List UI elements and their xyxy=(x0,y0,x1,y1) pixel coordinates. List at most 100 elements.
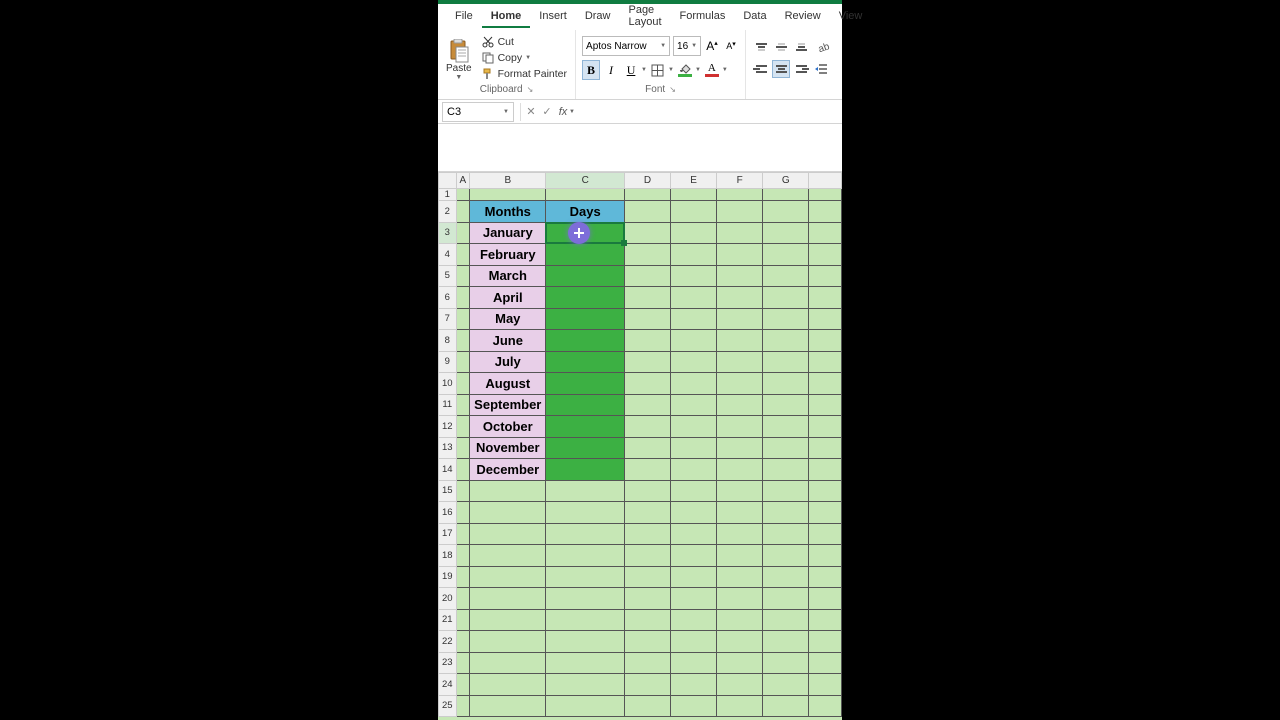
formula-bar-expanded[interactable] xyxy=(438,124,842,172)
cell[interactable] xyxy=(809,437,842,459)
cell[interactable] xyxy=(546,609,624,631)
cell[interactable] xyxy=(763,416,809,438)
cell[interactable] xyxy=(624,437,670,459)
cell[interactable] xyxy=(809,373,842,395)
tab-view[interactable]: View xyxy=(830,6,872,28)
cell[interactable] xyxy=(456,330,470,352)
cell[interactable] xyxy=(546,588,624,610)
cell[interactable] xyxy=(624,222,670,244)
cell[interactable] xyxy=(763,459,809,481)
bold-button[interactable]: B xyxy=(582,60,600,80)
cell[interactable] xyxy=(763,394,809,416)
cell[interactable] xyxy=(717,588,763,610)
enter-formula-button[interactable]: ✓ xyxy=(539,103,555,121)
cell[interactable] xyxy=(624,244,670,266)
cell[interactable] xyxy=(763,265,809,287)
formula-input[interactable] xyxy=(575,102,842,122)
cell[interactable] xyxy=(809,222,842,244)
fill-color-button[interactable] xyxy=(676,60,694,80)
cell[interactable] xyxy=(671,695,717,717)
cell[interactable] xyxy=(717,244,763,266)
cancel-formula-button[interactable]: ✕ xyxy=(523,103,539,121)
cell[interactable] xyxy=(763,588,809,610)
cell[interactable] xyxy=(470,609,546,631)
cell[interactable] xyxy=(763,631,809,653)
tab-review[interactable]: Review xyxy=(776,6,830,28)
paste-button[interactable]: Paste ▼ xyxy=(444,36,474,81)
cell[interactable] xyxy=(809,545,842,567)
align-top-button[interactable] xyxy=(752,38,770,56)
row-header-18[interactable]: 18 xyxy=(439,545,457,567)
row-header-6[interactable]: 6 xyxy=(439,287,457,309)
cell[interactable] xyxy=(624,502,670,524)
cell[interactable] xyxy=(671,566,717,588)
shrink-font-button[interactable]: A▾ xyxy=(723,37,739,55)
cell[interactable] xyxy=(624,265,670,287)
cell[interactable] xyxy=(717,566,763,588)
cell[interactable] xyxy=(456,695,470,717)
cell[interactable] xyxy=(671,652,717,674)
chevron-down-icon[interactable]: ▼ xyxy=(525,55,531,61)
cell[interactable] xyxy=(763,502,809,524)
cell-days[interactable] xyxy=(546,394,624,416)
cell[interactable] xyxy=(456,674,470,696)
cell[interactable] xyxy=(717,201,763,223)
row-header-5[interactable]: 5 xyxy=(439,265,457,287)
cell[interactable] xyxy=(809,588,842,610)
cell[interactable] xyxy=(470,523,546,545)
cell[interactable] xyxy=(809,609,842,631)
cell[interactable] xyxy=(809,189,842,201)
cell[interactable] xyxy=(456,652,470,674)
cell[interactable] xyxy=(717,416,763,438)
cell[interactable] xyxy=(671,244,717,266)
cell-days[interactable] xyxy=(546,265,624,287)
cell[interactable] xyxy=(456,351,470,373)
row-header-19[interactable]: 19 xyxy=(439,566,457,588)
cell[interactable] xyxy=(546,523,624,545)
cell[interactable] xyxy=(671,631,717,653)
cell[interactable] xyxy=(470,652,546,674)
tab-home[interactable]: Home xyxy=(482,6,531,28)
cell[interactable] xyxy=(763,437,809,459)
cell[interactable] xyxy=(809,502,842,524)
cell[interactable] xyxy=(671,609,717,631)
cell-month[interactable]: March xyxy=(470,265,546,287)
col-header-F[interactable]: F xyxy=(717,173,763,189)
cell[interactable] xyxy=(456,416,470,438)
cell-days[interactable] xyxy=(546,459,624,481)
header-months[interactable]: Months xyxy=(470,201,546,223)
cell[interactable] xyxy=(671,330,717,352)
cell[interactable] xyxy=(546,545,624,567)
name-box[interactable]: C3 ▼ xyxy=(442,102,514,122)
cell[interactable] xyxy=(809,695,842,717)
font-name-select[interactable]: Aptos Narrow ▼ xyxy=(582,36,670,56)
cell[interactable] xyxy=(456,189,470,201)
row-header-1[interactable]: 1 xyxy=(439,189,457,201)
cut-button[interactable]: Cut xyxy=(480,35,569,49)
orientation-button[interactable]: ab xyxy=(812,38,834,56)
cell[interactable] xyxy=(671,480,717,502)
cell[interactable] xyxy=(763,609,809,631)
cell[interactable] xyxy=(546,502,624,524)
row-header-3[interactable]: 3 xyxy=(439,222,457,244)
cell[interactable] xyxy=(456,502,470,524)
select-all-corner[interactable] xyxy=(439,173,457,189)
chevron-down-icon[interactable]: ▼ xyxy=(641,67,647,73)
cell[interactable] xyxy=(671,674,717,696)
underline-button[interactable]: U xyxy=(622,60,640,80)
cell[interactable] xyxy=(671,545,717,567)
row-header-7[interactable]: 7 xyxy=(439,308,457,330)
decrease-indent-button[interactable] xyxy=(812,60,830,78)
worksheet-grid[interactable]: A B C D E F G 12MonthsDays3January4Febru… xyxy=(438,172,842,720)
align-bottom-button[interactable] xyxy=(792,38,810,56)
cell[interactable] xyxy=(546,695,624,717)
dialog-launcher-icon[interactable]: ↘ xyxy=(669,85,676,94)
cell[interactable] xyxy=(763,373,809,395)
cell-days[interactable] xyxy=(546,330,624,352)
cell[interactable] xyxy=(456,222,470,244)
cell[interactable] xyxy=(717,674,763,696)
cell[interactable] xyxy=(809,674,842,696)
cell[interactable] xyxy=(717,351,763,373)
cell[interactable] xyxy=(763,189,809,201)
cell[interactable] xyxy=(717,695,763,717)
